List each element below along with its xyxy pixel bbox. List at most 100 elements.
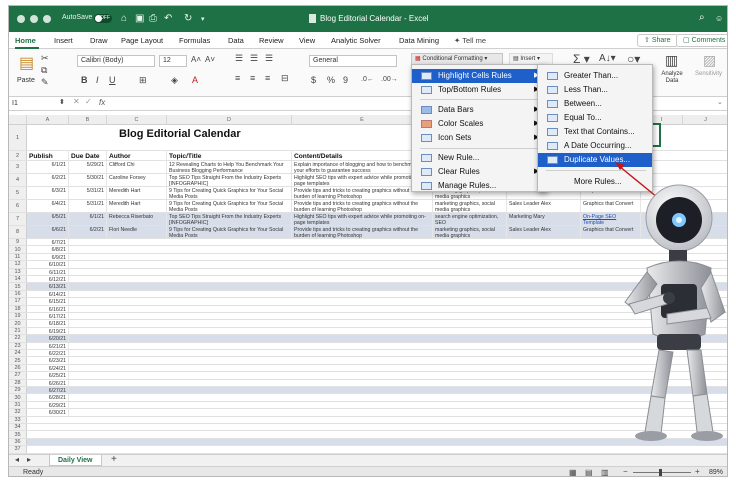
menu-new-rule[interactable]: New Rule... bbox=[412, 151, 546, 165]
fill-color-icon[interactable]: ◈ bbox=[171, 75, 178, 86]
table-cell[interactable]: 6/15/21 bbox=[27, 298, 69, 305]
row-number[interactable]: 20 bbox=[9, 320, 27, 327]
share-button[interactable]: ⇧ Share bbox=[637, 34, 678, 47]
row-number[interactable]: 33 bbox=[9, 416, 27, 423]
table-cell[interactable]: 6/28/21 bbox=[27, 394, 69, 401]
table-cell[interactable]: Clifford Chi bbox=[107, 161, 167, 173]
paste-icon[interactable]: ▤ bbox=[19, 53, 34, 73]
tab-analytic-solver[interactable]: Analytic Solver bbox=[331, 36, 381, 45]
row-number[interactable]: 4 bbox=[9, 174, 27, 186]
table-cell[interactable]: 6/11/21 bbox=[27, 268, 69, 275]
zoom-slider[interactable] bbox=[633, 472, 691, 473]
normal-view-icon[interactable]: ▦ bbox=[569, 468, 577, 476]
page-layout-view-icon[interactable]: ▤ bbox=[585, 468, 593, 476]
row-number[interactable]: 36 bbox=[9, 438, 27, 446]
tab-page-layout[interactable]: Page Layout bbox=[121, 36, 163, 45]
table-cell[interactable]: Meredith Hart bbox=[107, 187, 167, 199]
row-number[interactable]: 35 bbox=[9, 431, 27, 438]
add-sheet-icon[interactable]: + bbox=[111, 454, 117, 465]
table-cell[interactable]: 6/18/21 bbox=[27, 320, 69, 327]
row-number[interactable]: 5 bbox=[9, 187, 27, 199]
zoom-slider-thumb[interactable] bbox=[659, 469, 662, 476]
tab-data-mining[interactable]: Data Mining bbox=[399, 36, 439, 45]
font-size-select[interactable]: 12 bbox=[159, 55, 187, 67]
increase-decimal-icon[interactable]: .0← bbox=[361, 76, 374, 83]
row-number[interactable]: 31 bbox=[9, 401, 27, 409]
font-color-icon[interactable]: A bbox=[192, 75, 198, 85]
table-cell[interactable]: Topic/Title bbox=[167, 151, 292, 160]
function-icon[interactable]: fx bbox=[99, 98, 105, 107]
menu-clear-rules[interactable]: Clear Rules▶ bbox=[412, 165, 546, 179]
format-painter-icon[interactable]: ✎ bbox=[41, 77, 49, 88]
table-cell[interactable]: 6/6/21 bbox=[27, 226, 69, 238]
table-cell[interactable]: 6/7/21 bbox=[27, 239, 69, 246]
sheet-title[interactable]: Blog Editorial Calendar bbox=[119, 128, 241, 140]
table-cell[interactable]: Top SEO Tips Straight From the Industry … bbox=[167, 213, 292, 225]
number-format-select[interactable]: General bbox=[309, 55, 397, 67]
row-number[interactable]: 18 bbox=[9, 305, 27, 312]
row-number[interactable]: 37 bbox=[9, 446, 27, 453]
undo-icon[interactable]: ↶ bbox=[164, 13, 172, 24]
table-cell[interactable]: 5/30/21 bbox=[69, 174, 107, 186]
zoom-in-icon[interactable]: + bbox=[695, 467, 700, 476]
table-cell[interactable]: Highlight SEO tips with expert advice wh… bbox=[292, 213, 433, 225]
table-cell[interactable]: 6/17/21 bbox=[27, 313, 69, 320]
align-center-icon[interactable]: ≡ bbox=[250, 73, 255, 83]
row-number[interactable]: 28 bbox=[9, 379, 27, 386]
row-number[interactable]: 10 bbox=[9, 246, 27, 253]
autosave-toggle[interactable]: OFF bbox=[94, 14, 112, 23]
select-all-corner[interactable] bbox=[9, 115, 27, 125]
table-cell[interactable]: Rebecca Riserbato bbox=[107, 213, 167, 225]
menu-data-bars[interactable]: Data Bars▶ bbox=[412, 103, 546, 117]
table-cell[interactable]: 6/2/21 bbox=[69, 226, 107, 238]
submenu-greater-than[interactable]: Greater Than... bbox=[538, 69, 652, 83]
row-number[interactable]: 24 bbox=[9, 350, 27, 357]
column-header[interactable]: C bbox=[107, 115, 167, 125]
menu-highlight-cells-rules[interactable]: Highlight Cells Rules▶ bbox=[412, 69, 546, 83]
table-cell[interactable]: marketing graphics, social media graphic… bbox=[433, 226, 507, 238]
expand-formula-bar-icon[interactable]: ⌄ bbox=[717, 98, 723, 106]
cancel-entry-icon[interactable]: ✕ bbox=[73, 97, 80, 106]
table-cell[interactable]: 6/14/21 bbox=[27, 290, 69, 298]
row-number[interactable]: 11 bbox=[9, 253, 27, 261]
comma-icon[interactable]: 9 bbox=[343, 75, 348, 85]
submenu-date-occurring[interactable]: A Date Occurring... bbox=[538, 139, 652, 153]
minimize-window-dot[interactable] bbox=[30, 15, 38, 23]
row-number[interactable]: 25 bbox=[9, 357, 27, 364]
row-number[interactable]: 23 bbox=[9, 342, 27, 349]
table-cell[interactable]: 6/2/21 bbox=[27, 174, 69, 186]
name-box[interactable]: I1 bbox=[9, 98, 57, 109]
table-cell[interactable]: 5/29/21 bbox=[69, 161, 107, 173]
menu-top-bottom-rules[interactable]: Top/Bottom Rules▶ bbox=[412, 83, 546, 97]
table-cell[interactable]: 6/22/21 bbox=[27, 350, 69, 357]
table-cell[interactable]: 6/25/21 bbox=[27, 372, 69, 379]
row-number[interactable]: 21 bbox=[9, 327, 27, 335]
column-header[interactable]: B bbox=[69, 115, 107, 125]
italic-icon[interactable]: I bbox=[96, 75, 99, 85]
row-number[interactable]: 2 bbox=[9, 151, 27, 160]
currency-icon[interactable]: $ bbox=[311, 75, 316, 85]
row-number[interactable]: 8 bbox=[9, 226, 27, 238]
maximize-window-dot[interactable] bbox=[43, 15, 51, 23]
table-cell[interactable]: 9 Tips for Creating Quick Graphics for Y… bbox=[167, 187, 292, 199]
table-cell[interactable]: 5/31/21 bbox=[69, 200, 107, 212]
sheet-tab-daily-view[interactable]: Daily View bbox=[49, 455, 102, 466]
table-cell[interactable]: 12 Revealing Charts to Help You Benchmar… bbox=[167, 161, 292, 173]
tab-view[interactable]: View bbox=[299, 36, 315, 45]
table-cell[interactable]: Flori Needle bbox=[107, 226, 167, 238]
submenu-text-contains[interactable]: Text that Contains... bbox=[538, 125, 652, 139]
row-number[interactable]: 17 bbox=[9, 298, 27, 305]
percent-icon[interactable]: % bbox=[327, 75, 335, 85]
table-cell[interactable]: 6/21/21 bbox=[27, 342, 69, 349]
sort-filter-icon[interactable]: A↓▾ bbox=[599, 53, 616, 64]
name-box-dropdown-icon[interactable]: ⬍ bbox=[59, 98, 65, 106]
cut-icon[interactable]: ✂ bbox=[41, 53, 49, 64]
row-number[interactable]: 13 bbox=[9, 268, 27, 275]
table-cell[interactable]: search engine optimization, SEO bbox=[433, 213, 507, 225]
row-number[interactable]: 34 bbox=[9, 424, 27, 431]
table-cell[interactable]: Sales Leader Alex bbox=[507, 226, 581, 238]
row-number[interactable]: 12 bbox=[9, 261, 27, 268]
page-break-view-icon[interactable]: ▥ bbox=[601, 468, 609, 476]
menu-color-scales[interactable]: Color Scales▶ bbox=[412, 117, 546, 131]
table-cell[interactable]: 6/26/21 bbox=[27, 379, 69, 386]
